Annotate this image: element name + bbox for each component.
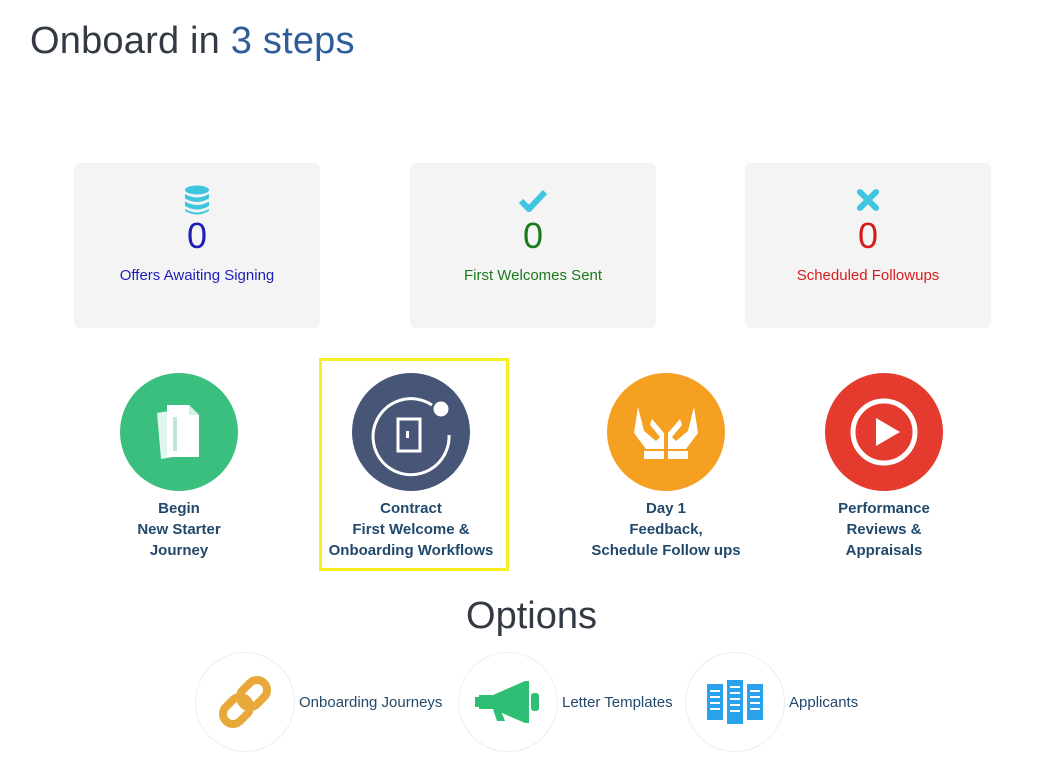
step-performance-reviews[interactable]: Performance Reviews & Appraisals — [784, 373, 984, 561]
step-3-label: Day 1 Feedback, Schedule Follow ups — [591, 500, 741, 559]
stat-card-first-welcomes-sent[interactable]: 0 First Welcomes Sent — [410, 163, 656, 328]
megaphone-icon — [458, 652, 558, 752]
offers-awaiting-count: 0 — [186, 215, 208, 256]
link-icon — [195, 652, 295, 752]
step-1-label: Begin New Starter Journey — [137, 500, 221, 559]
hands-icon — [607, 373, 725, 491]
page-title: Onboard in 3 steps — [30, 20, 355, 63]
step-2-label: Contract First Welcome & Onboarding Work… — [328, 500, 494, 559]
stat-card-scheduled-followups[interactable]: 0 Scheduled Followups — [745, 163, 991, 328]
option-letter-templates[interactable]: Letter Templates — [458, 652, 673, 752]
option-label-onboarding-journeys: Onboarding Journeys — [299, 693, 443, 711]
door-icon — [352, 373, 470, 491]
onboarding-dashboard: Onboard in 3 steps 0 Offers Awaiting Sig… — [0, 0, 1063, 758]
database-icon — [182, 185, 212, 215]
play-icon — [825, 373, 943, 491]
first-welcomes-label: First Welcomes Sent — [463, 267, 603, 284]
option-label-letter-templates: Letter Templates — [562, 693, 673, 711]
stat-card-offers-awaiting-signing[interactable]: 0 Offers Awaiting Signing — [74, 163, 320, 328]
close-x-icon — [853, 185, 883, 215]
first-welcomes-count: 0 — [522, 215, 544, 256]
scheduled-followups-count: 0 — [857, 215, 879, 256]
checkmark-icon — [518, 185, 548, 215]
option-onboarding-journeys[interactable]: Onboarding Journeys — [195, 652, 442, 752]
options-heading: Options — [466, 595, 597, 637]
server-rack-icon — [685, 652, 785, 752]
option-label-applicants: Applicants — [789, 693, 859, 711]
step-4-label: Performance Reviews & Appraisals — [838, 500, 930, 559]
option-applicants[interactable]: Applicants — [685, 652, 858, 752]
offers-awaiting-label: Offers Awaiting Signing — [119, 267, 275, 284]
step-contract-first-welcome[interactable]: Contract First Welcome & Onboarding Work… — [311, 373, 511, 561]
step-begin-new-starter-journey[interactable]: Begin New Starter Journey — [79, 373, 279, 561]
scheduled-followups-label: Scheduled Followups — [796, 267, 940, 284]
documents-icon — [120, 373, 238, 491]
title-accent: 3 steps — [230, 20, 355, 62]
title-prefix: Onboard in — [30, 20, 221, 62]
step-day1-feedback[interactable]: Day 1 Feedback, Schedule Follow ups — [566, 373, 766, 561]
